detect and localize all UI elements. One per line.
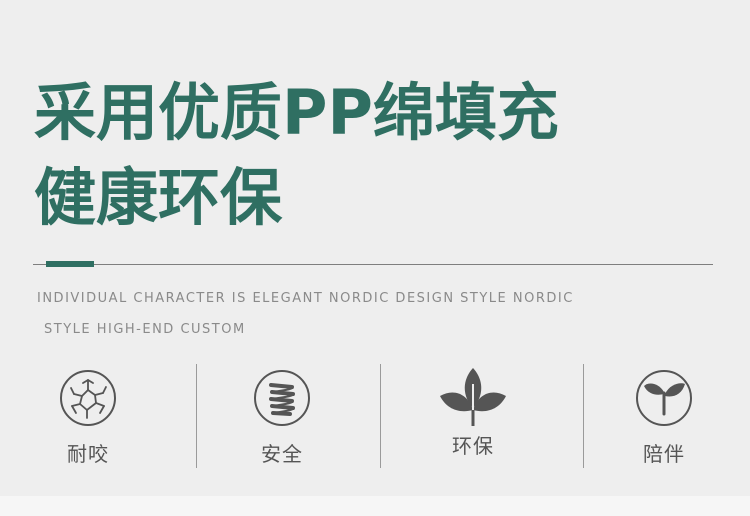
feature-label: 环保 — [452, 434, 494, 458]
feature-eco: 环保 — [403, 366, 543, 459]
divider-rule — [33, 264, 713, 265]
feature-label: 耐咬 — [67, 442, 109, 466]
leaves-icon — [440, 368, 506, 426]
spring-coil-icon — [254, 370, 310, 426]
headline-line-1: 采用优质PP绵填充 — [34, 76, 559, 149]
sprout-icon — [636, 370, 692, 426]
feature-divider — [380, 364, 381, 468]
feature-safe: 安全 — [212, 368, 352, 467]
subtitle-line-1: INDIVIDUAL CHARACTER IS ELEGANT NORDIC D… — [37, 291, 574, 306]
cracked-circle-icon — [60, 370, 116, 426]
subtitle-line-2: STYLE HIGH-END CUSTOM — [44, 322, 246, 337]
headline-line-2: 健康环保 — [34, 161, 283, 234]
feature-label: 陪伴 — [643, 442, 685, 466]
feature-bite-resistant: 耐咬 — [18, 368, 158, 467]
feature-label: 安全 — [261, 442, 303, 466]
feature-divider — [196, 364, 197, 468]
feature-companion: 陪伴 — [594, 368, 734, 467]
divider-accent-bar — [46, 261, 94, 267]
bottom-band — [0, 496, 750, 516]
feature-divider — [583, 364, 584, 468]
